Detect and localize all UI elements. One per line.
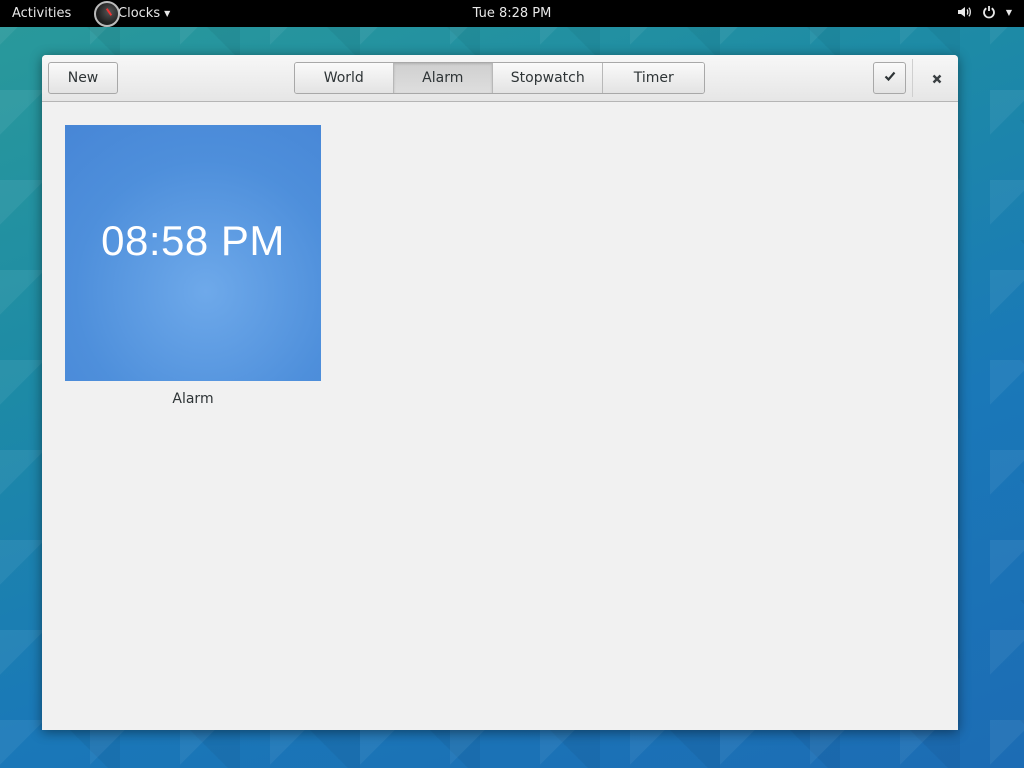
top-bar: Activities Clocks ▼ Tue 8:28 PM ▼ — [0, 0, 1024, 27]
tab-alarm[interactable]: Alarm — [393, 63, 494, 93]
alarm-view: 08:58 PM Alarm — [42, 102, 958, 730]
system-dropdown-arrow-icon: ▼ — [1005, 7, 1012, 17]
header-separator — [912, 59, 913, 97]
close-icon — [932, 69, 942, 88]
close-window-button[interactable] — [920, 62, 953, 94]
volume-icon — [956, 4, 972, 20]
new-alarm-button[interactable]: New — [48, 62, 118, 94]
alarm-name: Alarm — [172, 391, 214, 407]
checkmark-icon — [884, 70, 896, 86]
tab-stopwatch[interactable]: Stopwatch — [493, 63, 604, 93]
system-menu[interactable]: ▼ — [956, 4, 1012, 20]
alarm-tile[interactable]: 08:58 PM — [65, 125, 321, 381]
alarm-time: 08:58 PM — [101, 216, 285, 264]
tab-timer[interactable]: Timer — [603, 63, 704, 93]
selection-mode-button[interactable] — [873, 62, 906, 94]
view-switcher: World Alarm Stopwatch Timer — [294, 62, 705, 94]
power-icon — [982, 5, 996, 19]
tab-world[interactable]: World — [295, 63, 394, 93]
clocks-window: New World Alarm Stopwatch Timer 08:58 PM… — [42, 55, 958, 730]
clock-datetime[interactable]: Tue 8:28 PM — [0, 6, 1024, 21]
header-bar: New World Alarm Stopwatch Timer — [42, 55, 958, 102]
